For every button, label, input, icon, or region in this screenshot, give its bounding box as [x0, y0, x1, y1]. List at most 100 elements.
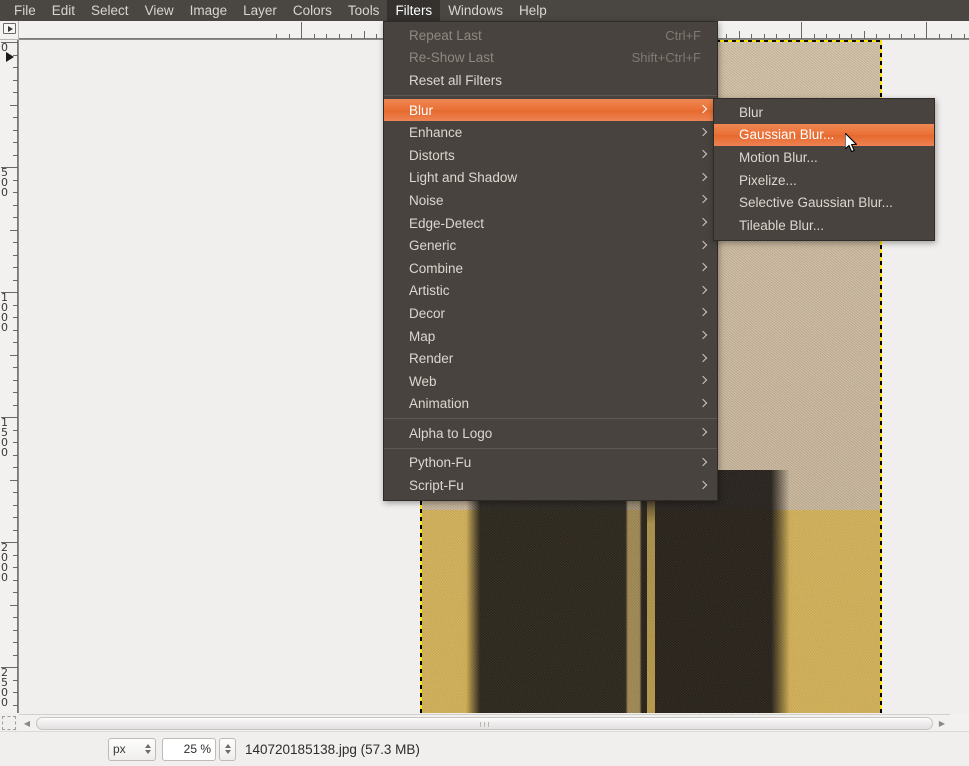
menubar-item-select[interactable]: Select — [83, 0, 137, 21]
menu-item-label: Alpha to Logo — [409, 425, 493, 441]
chevron-right-icon — [698, 150, 708, 160]
menu-item-label: Distorts — [409, 147, 455, 163]
menubar-item-layer[interactable]: Layer — [235, 0, 285, 21]
menu-item-web[interactable]: Web — [384, 370, 717, 393]
menu-item-label: Script-Fu — [409, 478, 464, 494]
menu-item-label: Combine — [409, 260, 464, 276]
menu-item-label: Reset all Filters — [409, 72, 503, 88]
menu-item-light-and-shadow[interactable]: Light and Shadow — [384, 167, 717, 190]
menu-item-shortcut: Shift+Ctrl+F — [631, 50, 701, 66]
chevron-right-icon — [698, 399, 708, 409]
menubar-item-tools[interactable]: Tools — [340, 0, 388, 21]
chevron-right-icon — [698, 105, 708, 115]
menu-item-label: Repeat Last — [409, 27, 482, 43]
menu-item-artistic[interactable]: Artistic — [384, 280, 717, 303]
submenu-item-tileable-blur[interactable]: Tileable Blur... — [714, 214, 934, 237]
menu-item-re-show-last: Re-Show Last Shift+Ctrl+F — [384, 47, 717, 70]
vertical-ruler[interactable]: 05001000150020002500 — [0, 40, 19, 713]
zoom-input[interactable]: 25 % — [162, 737, 216, 761]
submenu-item-label: Motion Blur... — [739, 149, 818, 165]
menu-item-label: Artistic — [409, 283, 450, 299]
menu-item-edge-detect[interactable]: Edge-Detect — [384, 212, 717, 235]
menu-item-reset-all-filters[interactable]: Reset all Filters — [384, 69, 717, 92]
blur-submenu[interactable]: Blur Gaussian Blur... Motion Blur... Pixeli… — [713, 98, 935, 241]
menu-item-separator — [384, 94, 717, 96]
menu-item-script-fu[interactable]: Script-Fu — [384, 474, 717, 497]
menu-item-separator — [384, 418, 717, 420]
canvas-menu-icon — [3, 23, 16, 34]
menubar-item-edit[interactable]: Edit — [44, 0, 83, 21]
photo-legs-shadow — [420, 470, 882, 713]
menu-item-animation[interactable]: Animation — [384, 393, 717, 416]
menu-item-label: Render — [409, 351, 454, 367]
submenu-item-pixelize[interactable]: Pixelize... — [714, 169, 934, 192]
vruler-tick-label: 1500 — [1, 416, 8, 459]
menu-item-decor[interactable]: Decor — [384, 302, 717, 325]
zoom-stepper-icon[interactable] — [219, 737, 236, 761]
horizontal-scrollbar-thumb[interactable] — [36, 716, 933, 730]
menu-item-noise[interactable]: Noise — [384, 189, 717, 212]
menu-item-label: Light and Shadow — [409, 170, 518, 186]
menu-item-shortcut: Ctrl+F — [665, 27, 701, 43]
submenu-item-blur[interactable]: Blur — [714, 101, 934, 124]
chevron-right-icon — [698, 308, 708, 318]
filters-dropdown-menu[interactable]: Repeat Last Ctrl+F Re-Show Last Shift+Ctrl+… — [383, 21, 718, 501]
chevron-right-icon — [698, 354, 708, 364]
chevron-right-icon — [698, 173, 708, 183]
horizontal-scrollbar[interactable]: ◀ ▶ — [19, 714, 950, 731]
submenu-item-label: Blur — [739, 104, 764, 120]
scroll-right-arrow-icon[interactable]: ▶ — [934, 716, 950, 731]
chevron-right-icon — [698, 128, 708, 138]
menu-item-python-fu[interactable]: Python-Fu — [384, 452, 717, 475]
vruler-tick-label: 2000 — [1, 541, 8, 584]
menu-item-enhance[interactable]: Enhance — [384, 121, 717, 144]
chevron-right-icon — [698, 218, 708, 228]
submenu-item-gaussian-blur[interactable]: Gaussian Blur... — [714, 123, 934, 147]
menu-item-distorts[interactable]: Distorts — [384, 144, 717, 167]
menubar-item-windows[interactable]: Windows — [440, 0, 511, 21]
menu-item-blur[interactable]: Blur — [384, 98, 717, 122]
menu-item-label: Decor — [409, 305, 446, 321]
submenu-item-motion-blur[interactable]: Motion Blur... — [714, 146, 934, 169]
unit-spinner-icon[interactable] — [145, 744, 151, 754]
status-bar: px 25 % 140720185138.jpg (57.3 MB) — [0, 731, 969, 766]
menu-item-separator — [384, 447, 717, 449]
scroll-left-arrow-icon[interactable]: ◀ — [19, 716, 35, 731]
chevron-right-icon — [698, 195, 708, 205]
menu-item-label: Re-Show Last — [409, 50, 494, 66]
menubar-item-colors[interactable]: Colors — [285, 0, 340, 21]
vruler-tick-label: 500 — [1, 166, 8, 199]
submenu-item-label: Tileable Blur... — [739, 217, 825, 233]
vruler-tick-label: 1000 — [1, 291, 8, 334]
menu-item-label: Blur — [409, 102, 434, 118]
scrollbar-corner — [950, 714, 969, 731]
menu-item-label: Python-Fu — [409, 455, 472, 471]
vertical-scrollbar[interactable] — [950, 40, 969, 713]
menu-bar: File Edit Select View Image Layer Colors… — [0, 0, 969, 21]
menu-item-combine[interactable]: Combine — [384, 257, 717, 280]
quick-mask-toggle-icon[interactable] — [2, 716, 16, 730]
submenu-item-selective-gaussian-blur[interactable]: Selective Gaussian Blur... — [714, 191, 934, 214]
chevron-right-icon — [698, 376, 708, 386]
menu-item-label: Noise — [409, 192, 444, 208]
menubar-item-help[interactable]: Help — [511, 0, 555, 21]
chevron-right-icon — [698, 286, 708, 296]
unit-selector-value: px — [113, 742, 126, 756]
chevron-right-icon — [698, 481, 708, 491]
ruler-corner-menu-button[interactable] — [0, 21, 19, 40]
menu-item-alpha-to-logo[interactable]: Alpha to Logo — [384, 422, 717, 445]
submenu-item-label: Pixelize... — [739, 172, 797, 188]
menubar-item-view[interactable]: View — [137, 0, 182, 21]
menubar-item-filters[interactable]: Filters — [387, 0, 441, 21]
chevron-right-icon — [698, 241, 708, 251]
menubar-item-image[interactable]: Image — [182, 0, 236, 21]
unit-selector[interactable]: px — [108, 737, 156, 761]
menubar-item-file[interactable]: File — [6, 0, 44, 21]
menu-item-map[interactable]: Map — [384, 325, 717, 348]
vertical-ruler-position-marker — [6, 52, 14, 62]
submenu-item-label: Selective Gaussian Blur... — [739, 195, 893, 211]
menu-item-label: Web — [409, 373, 437, 389]
menu-item-render[interactable]: Render — [384, 347, 717, 370]
menu-item-generic[interactable]: Generic — [384, 234, 717, 257]
menu-item-label: Generic — [409, 238, 457, 254]
